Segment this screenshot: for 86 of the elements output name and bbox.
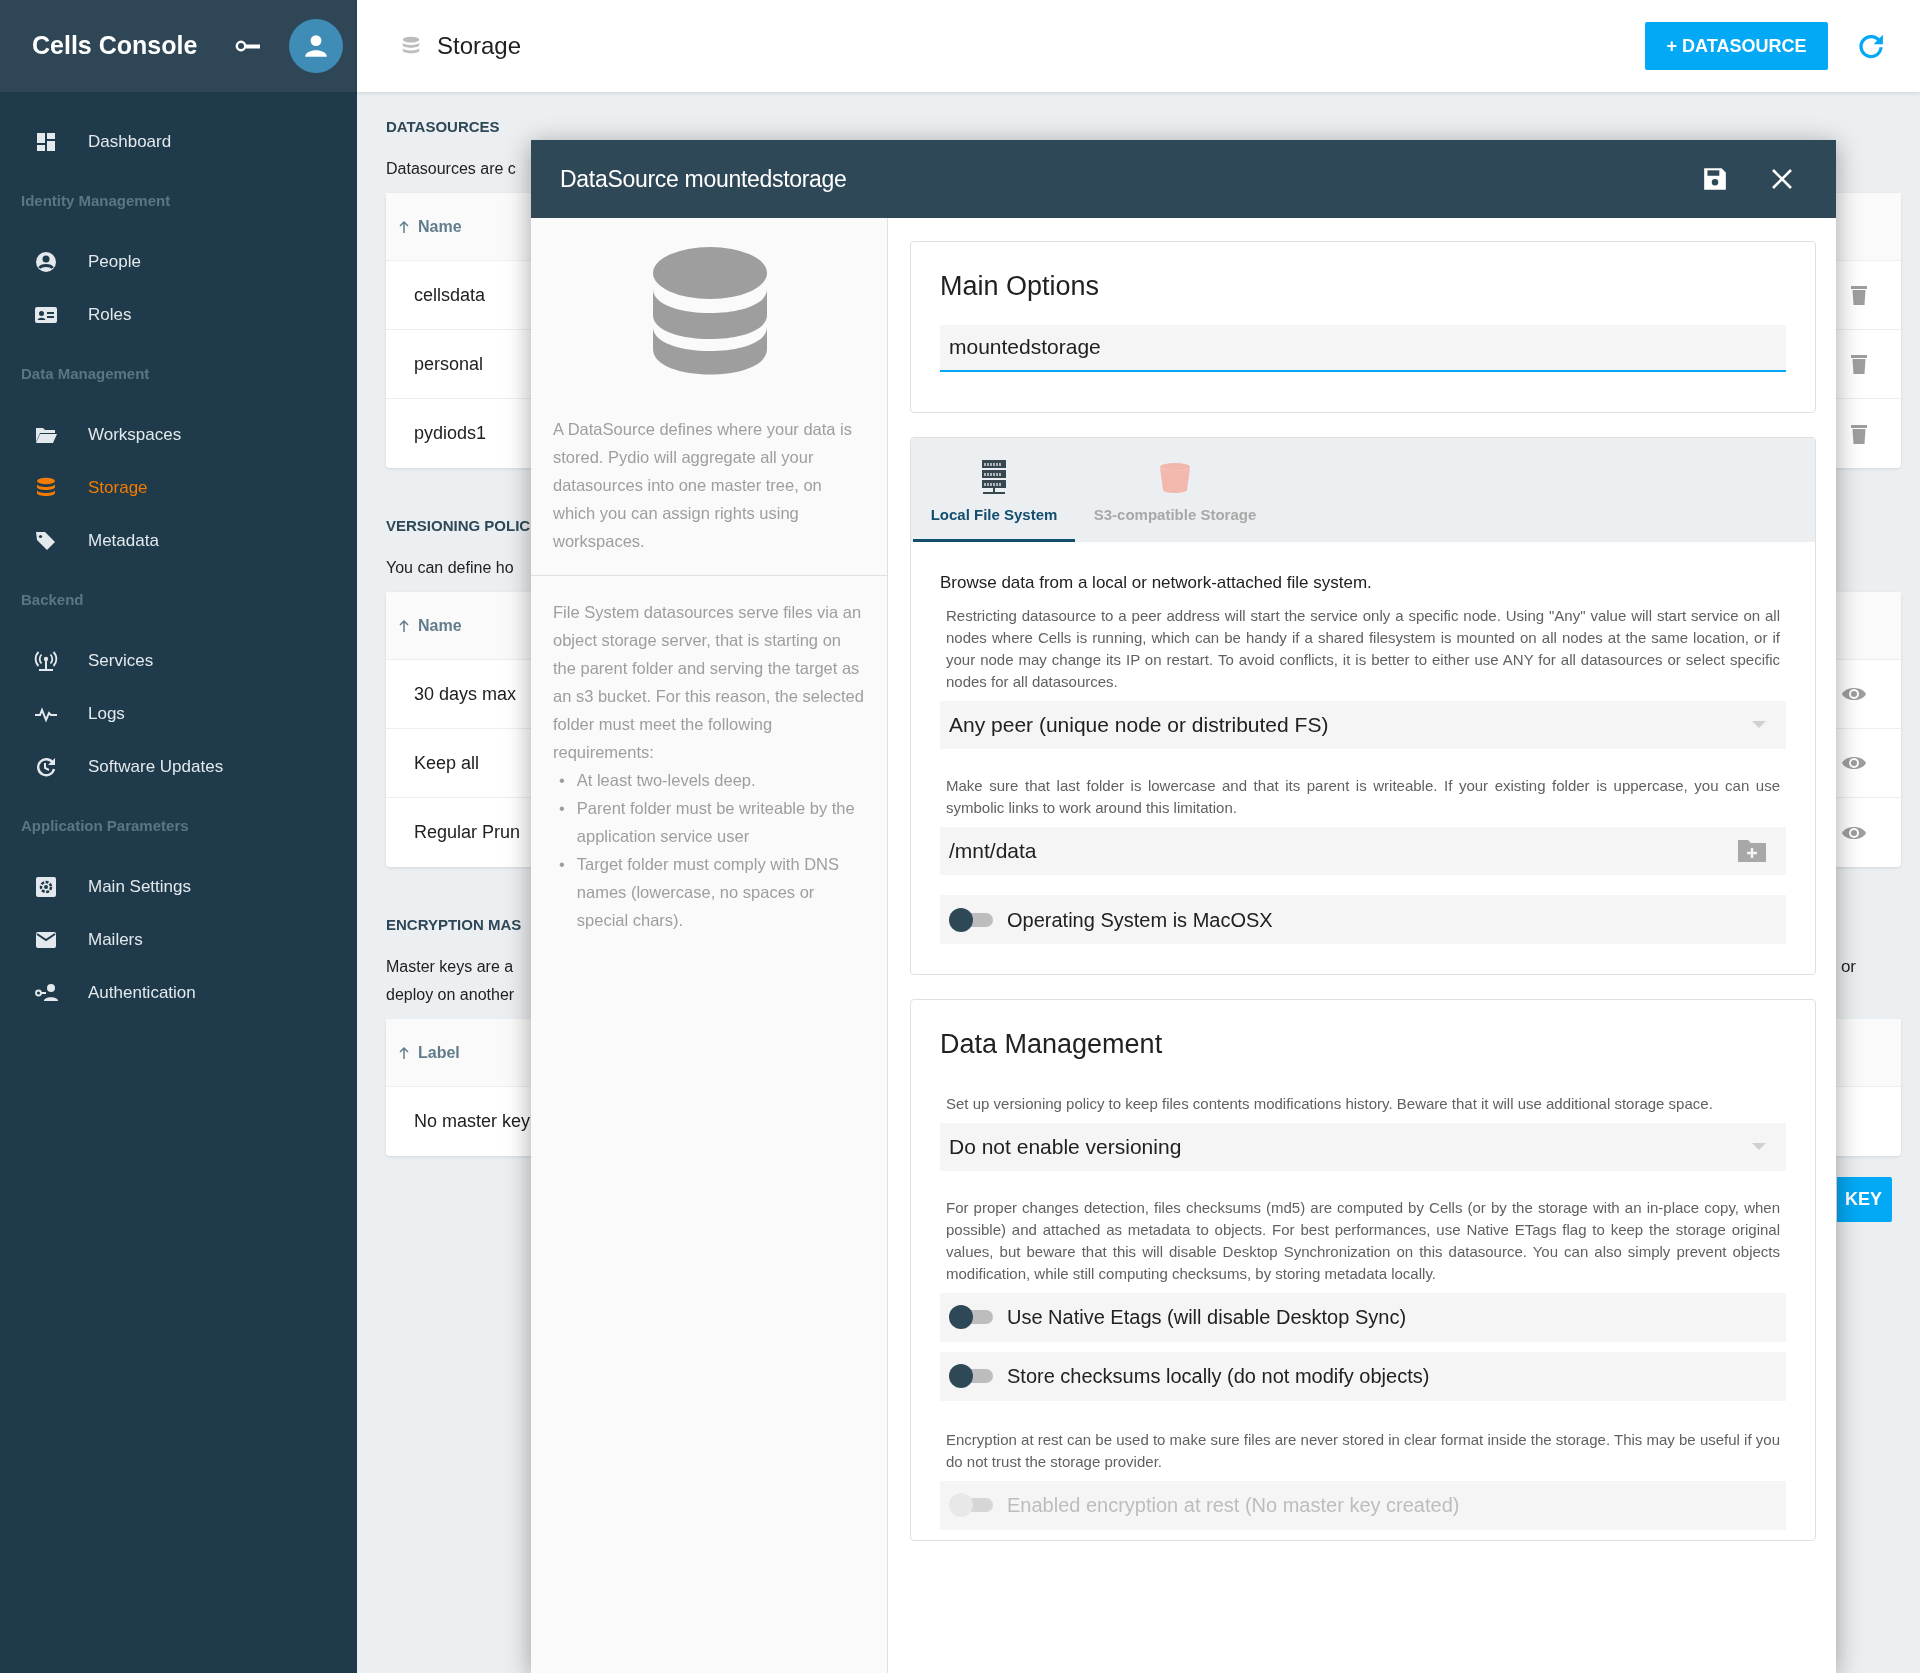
person-icon [34,249,58,274]
sidebar-item[interactable]: Workspaces [0,408,357,461]
sort-arrow-icon [398,1045,410,1060]
sidebar-item[interactable]: Main Settings [0,860,357,913]
sidebar-item[interactable]: Storage [0,461,357,514]
folder-plus-icon [1738,840,1766,862]
table-cell-text: Regular Prun [414,821,521,844]
peer-select[interactable]: Any peer (unique node or distributed FS) [940,701,1786,749]
help-text: Make sure that last folder is lowercase and that its parent is writeable. If your existing folder is uppercase, you can use symbolic links to work around this limitation. [945,776,1781,818]
card-title: Main Options [939,270,1101,303]
table-cell-text: pydiods1 [414,422,487,445]
server-rack-icon [981,460,1007,494]
sidebar-section-label: Backend [20,590,85,611]
column-header[interactable]: Name [418,613,462,638]
close-icon [1770,167,1794,191]
toggle-label: Use Native Etags (will disable Desktop Sync) [1007,1305,1407,1330]
column-header[interactable]: Label [418,1040,460,1065]
user-avatar[interactable] [289,19,343,73]
sort-arrow-icon [398,618,410,633]
table-cell-text: Keep all [414,751,480,775]
toggle-row[interactable]: Store checksums locally (do not modify objects) [940,1351,1786,1401]
section-description: Master keys are a [386,957,514,977]
requirement-item: At least two-levels deep. [576,770,756,791]
section-title: VERSIONING POLIC [386,516,531,535]
sidebar-item[interactable]: Authentication [0,966,357,1019]
name-field[interactable]: mountedstorage [940,324,1786,372]
toggle-label: Operating System is MacOSX [1007,907,1273,933]
toggle-label: Store checksums locally (do not modify objects) [1007,1364,1430,1389]
toggle-row[interactable]: Operating System is MacOSX [940,895,1786,944]
section-title: ENCRYPTION MAS [386,915,522,934]
sidebar-section-label: Application Parameters [20,816,190,837]
sidebar-item[interactable]: Services [0,634,357,687]
column-header[interactable]: Name [418,214,462,239]
toggle-label: Enabled encryption at rest (No master key created) [1007,1493,1460,1518]
sidebar-item[interactable]: Logs [0,687,357,740]
person-icon [303,33,329,59]
storage-type-tab[interactable]: Local File System [913,437,1075,542]
sidebar-item[interactable]: Metadata [0,514,357,567]
sidebar-item[interactable]: Mailers [0,913,357,966]
table-cell-text: cellsdata [414,283,486,307]
bullet: • [559,854,565,875]
sidebar-item[interactable]: People [0,235,357,288]
card-title: Data Management [939,1028,1164,1061]
eye-icon [1841,754,1867,772]
help-text: For proper changes detection, files checksums (md5) are computed by Cells (or by the storage with an in-place copy, when possible) and attached as metadata to objects. For best performances, use Native ETags flag to keep the storage original values, but beware that this will disable Desktop Synchronization on this datasource. You can also simply prevent objects modification, while still computing checksums, by storing metadata locally. [945,1197,1781,1284]
bullet: • [559,798,565,819]
table-cell-text: personal [414,352,484,376]
key-icon [235,39,261,53]
settings-icon [34,874,58,899]
help-text: Set up versioning policy to keep files contents modifications history. Beware that it will use additional storage space. [945,1093,1714,1114]
folder-field[interactable]: /mnt/data [940,827,1786,875]
help-text: Restricting datasource to a peer address will start the service only a specific node. Using "Any" value will start service on all nodes where Cells is running, which can be handy if a shared filesystem is mounted on all nodes at the same location, or if your node may change its IP on restart. To avoid conflicts, it is better to either use ANY for all datasources or select specific nodes for all datasources. [945,606,1781,692]
section-title: DATASOURCES [386,117,500,136]
help-text: Encryption at rest can be used to make sure files are never stored in clear format inside the storage. This may be useful if you do not trust the storage provider. [945,1429,1781,1472]
sidebar-item[interactable]: Roles [0,288,357,341]
database-icon [652,245,768,375]
section-description: You can define ho [386,558,514,578]
table-cell-text: No master key [414,1110,531,1133]
page-title: Storage [437,31,523,61]
save-icon [1702,166,1728,192]
info-text: A DataSource defines where your data is stored. Pydio will aggregate all your datasources into one master tree, on which you can assign rights using workspaces. [553,419,853,552]
section-heading: Browse data from a local or network-attached file system. [940,571,1373,594]
section-description: or [1840,956,1857,978]
sidebar-item[interactable]: Dashboard [0,115,357,168]
toggle-row[interactable]: Use Native Etags (will disable Desktop Sync) [940,1292,1786,1342]
requirement-item: Target folder must comply with DNS names (lowercase, no spaces or special chars). [576,854,841,931]
section-description: Datasources are c [386,159,516,179]
section-description: deploy on another [386,985,515,1005]
trash-icon [1851,285,1867,305]
info-text: File System datasources serve files via an object storage server, that is starting on the parent folder and serving the target as an s3 bucket. For this reason, the selected folder must meet the following requirements: [553,602,865,763]
trash-icon [1851,354,1867,374]
trash-icon [1851,423,1867,444]
app-title: Cells Console [32,30,199,62]
sidebar-section-label: Data Management [20,364,151,385]
sort-arrow-icon [398,219,410,234]
caret-icon [1752,1142,1766,1151]
modal-title: DataSource mountedstorage [560,164,848,194]
eye-icon [1841,685,1867,703]
bucket-icon [1159,462,1191,494]
sidebar-item[interactable]: Software Updates [0,740,357,793]
versioning-select[interactable]: Do not enable versioning [940,1122,1786,1171]
sidebar-section-label: Identity Management [20,191,172,212]
table-cell-text: 30 days max [414,682,517,706]
caret-icon [1752,721,1766,729]
bullet: • [559,770,565,791]
requirement-item: Parent folder must be writeable by the application service user [576,798,856,847]
